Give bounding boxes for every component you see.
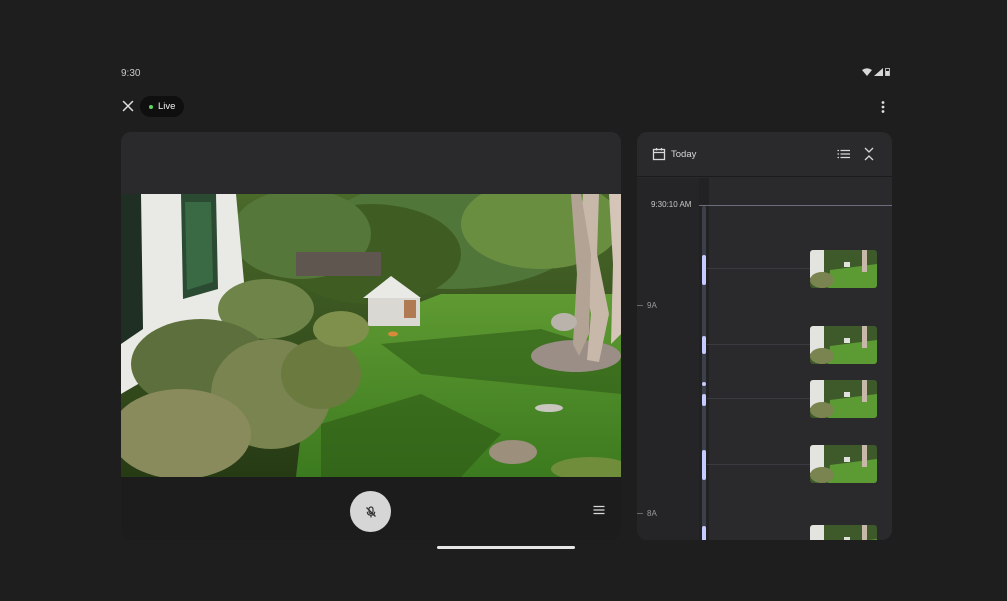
current-time-label: 9:30:10 AM bbox=[651, 200, 692, 209]
mute-microphone-button[interactable] bbox=[350, 491, 391, 532]
close-icon bbox=[122, 100, 134, 112]
more-options-button[interactable] bbox=[876, 99, 890, 115]
battery-icon bbox=[885, 68, 890, 76]
event-thumbnail-image bbox=[810, 326, 877, 364]
date-selector[interactable]: Today bbox=[671, 149, 696, 160]
event-thumbnail[interactable] bbox=[810, 326, 877, 364]
wifi-icon bbox=[862, 68, 872, 76]
live-indicator[interactable]: Live bbox=[140, 96, 185, 117]
event-marker[interactable] bbox=[702, 255, 706, 285]
time-gutter bbox=[637, 178, 699, 540]
menu-icon bbox=[593, 505, 605, 515]
event-connector bbox=[707, 344, 810, 345]
collapse-icon[interactable] bbox=[863, 146, 875, 162]
event-timeline-panel: Today 9:30:10 AM 9A 8A bbox=[637, 132, 892, 540]
event-marker[interactable] bbox=[702, 382, 706, 386]
camera-controls-bar bbox=[121, 477, 621, 540]
camera-menu-button[interactable] bbox=[592, 503, 606, 515]
hour-label-8a: 8A bbox=[647, 509, 657, 518]
live-dot-icon bbox=[149, 104, 153, 109]
current-time-line bbox=[699, 205, 892, 206]
event-connector bbox=[707, 268, 810, 269]
event-thumbnail[interactable] bbox=[810, 380, 877, 418]
event-marker[interactable] bbox=[702, 450, 706, 480]
event-marker[interactable] bbox=[702, 336, 706, 354]
event-connector bbox=[707, 464, 810, 465]
signal-icon bbox=[874, 68, 883, 76]
live-label: Live bbox=[158, 101, 176, 112]
event-thumbnail-image bbox=[810, 250, 877, 288]
event-thumbnail[interactable] bbox=[810, 250, 877, 288]
camera-panel bbox=[121, 132, 621, 540]
gesture-home-bar[interactable] bbox=[437, 546, 575, 549]
hour-tick bbox=[637, 305, 643, 306]
hour-tick bbox=[637, 513, 643, 514]
status-icons bbox=[862, 68, 890, 76]
event-marker[interactable] bbox=[702, 394, 706, 406]
list-icon[interactable] bbox=[837, 149, 851, 159]
live-camera-feed[interactable] bbox=[121, 194, 621, 477]
timeline-body[interactable]: 9:30:10 AM 9A 8A bbox=[637, 178, 892, 540]
more-vert-icon bbox=[881, 101, 885, 113]
mic-off-icon bbox=[365, 505, 376, 517]
event-marker[interactable] bbox=[702, 526, 706, 540]
hour-label-9a: 9A bbox=[647, 301, 657, 310]
event-thumbnail-image bbox=[810, 525, 877, 540]
close-button[interactable] bbox=[120, 98, 136, 114]
event-thumbnail-image bbox=[810, 445, 877, 483]
status-time: 9:30 bbox=[121, 68, 141, 79]
event-connector bbox=[707, 398, 810, 399]
calendar-icon[interactable] bbox=[652, 147, 666, 161]
event-thumbnail[interactable] bbox=[810, 445, 877, 483]
event-thumbnail[interactable] bbox=[810, 525, 877, 540]
event-thumbnail-image bbox=[810, 380, 877, 418]
timeline-header: Today bbox=[637, 132, 892, 177]
